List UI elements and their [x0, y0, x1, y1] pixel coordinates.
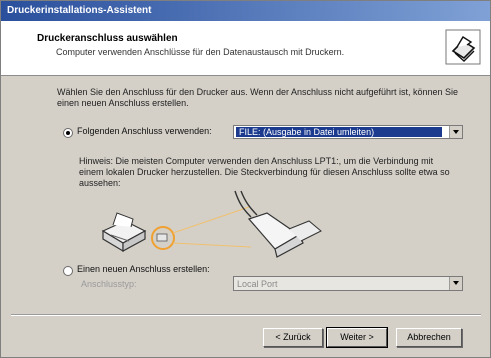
lpt-connector-illustration — [101, 190, 322, 258]
wizard-header: Druckeranschluss auswählen Computer verw… — [1, 21, 490, 76]
footer-divider — [11, 314, 481, 316]
create-new-port-label[interactable]: Einen neuen Anschluss erstellen: — [77, 264, 210, 274]
chevron-down-icon[interactable] — [449, 277, 462, 290]
intro-text: Wählen Sie den Anschluss für den Drucker… — [57, 87, 459, 108]
use-existing-port-radio[interactable] — [63, 128, 73, 138]
use-existing-port-label[interactable]: Folgenden Anschluss verwenden: — [77, 126, 212, 136]
existing-port-select[interactable]: FILE: (Ausgabe in Datei umleiten) — [233, 125, 463, 139]
create-new-port-radio[interactable] — [63, 266, 73, 276]
printer-illustration — [101, 212, 147, 253]
printer-wizard-window: Druckerinstallations-Assistent Druckeran… — [0, 0, 491, 358]
existing-port-value: FILE: (Ausgabe in Datei umleiten) — [236, 127, 442, 137]
cancel-button[interactable]: Abbrechen — [396, 328, 462, 347]
title-bar: Druckerinstallations-Assistent — [1, 1, 490, 21]
parallel-connector-illustration — [247, 212, 322, 258]
hint-text: Hinweis: Die meisten Computer verwenden … — [79, 156, 450, 188]
page-subtitle: Computer verwenden Anschlüsse für den Da… — [56, 47, 345, 57]
next-button[interactable]: Weiter > — [326, 327, 388, 348]
wizard-body: Wählen Sie den Anschluss für den Drucker… — [1, 76, 490, 314]
printer-icon — [445, 29, 481, 65]
port-type-value: Local Port — [237, 279, 278, 289]
page-title: Druckeranschluss auswählen — [37, 33, 178, 44]
chevron-down-icon[interactable] — [449, 126, 462, 138]
back-button[interactable]: < Zurück — [263, 328, 323, 347]
port-type-label: Anschlusstyp: — [81, 279, 137, 289]
port-type-select[interactable]: Local Port — [233, 276, 463, 291]
